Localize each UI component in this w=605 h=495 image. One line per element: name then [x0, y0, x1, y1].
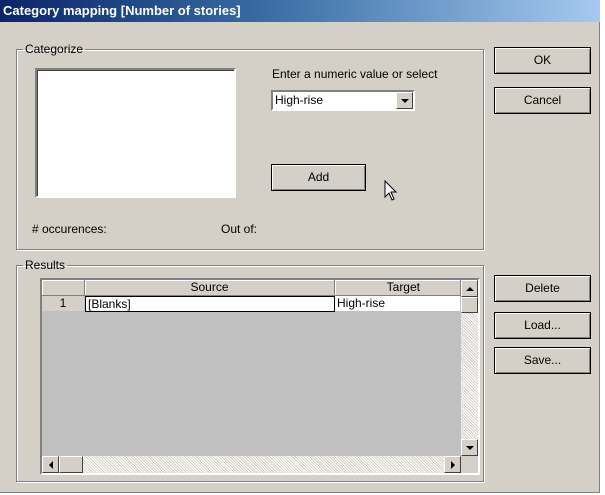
target-cell[interactable]: High-rise	[335, 296, 461, 312]
scroll-right-icon[interactable]	[444, 456, 461, 473]
target-column-header[interactable]: Target	[335, 280, 461, 296]
table-row[interactable]: 1 [Blanks] High-rise	[42, 296, 461, 312]
horizontal-scrollbar[interactable]	[42, 456, 461, 473]
vertical-scroll-thumb[interactable]	[461, 297, 478, 313]
scroll-down-icon[interactable]	[461, 439, 478, 456]
category-mapping-dialog: Category mapping [Number of stories] Cat…	[0, 0, 600, 493]
dialog-title: Category mapping [Number of stories]	[0, 0, 600, 22]
source-column-header[interactable]: Source	[85, 280, 335, 296]
delete-button[interactable]: Delete	[494, 275, 591, 302]
source-cell[interactable]: [Blanks]	[85, 296, 335, 312]
category-select[interactable]: High-rise	[271, 90, 415, 111]
results-legend: Results	[25, 258, 66, 272]
ok-button[interactable]: OK	[494, 47, 591, 74]
categorize-legend: Categorize	[25, 42, 84, 56]
occurrences-label: # occurences:	[32, 222, 107, 236]
save-button[interactable]: Save...	[494, 347, 591, 374]
scroll-left-icon[interactable]	[42, 456, 59, 473]
load-button[interactable]: Load...	[494, 312, 591, 339]
row-number: 1	[42, 296, 85, 312]
enter-value-prompt: Enter a numeric value or select	[272, 67, 438, 81]
cancel-button[interactable]: Cancel	[494, 87, 591, 114]
scroll-corner	[461, 456, 478, 473]
out-of-label: Out of:	[221, 222, 258, 236]
category-select-value: High-rise	[275, 93, 324, 107]
horizontal-scroll-thumb[interactable]	[59, 456, 83, 473]
results-table: Source Target 1 [Blanks] High-rise	[40, 278, 480, 475]
chevron-down-icon[interactable]	[396, 92, 413, 109]
category-listbox[interactable]	[35, 68, 236, 198]
scroll-up-icon[interactable]	[461, 280, 478, 297]
row-number-header	[42, 280, 85, 296]
add-button[interactable]: Add	[271, 164, 366, 191]
mouse-cursor-icon	[384, 180, 398, 201]
